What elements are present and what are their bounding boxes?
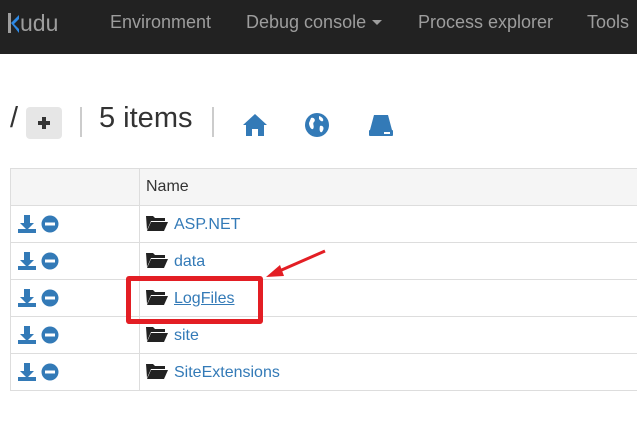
delete-icon[interactable] bbox=[41, 289, 59, 307]
table-row: data bbox=[10, 242, 637, 280]
folder-open-icon bbox=[146, 363, 168, 379]
caret-down-icon bbox=[372, 20, 383, 25]
kudu-logo[interactable]: udu bbox=[8, 8, 58, 38]
actions-column-header bbox=[10, 168, 140, 206]
download-icon[interactable] bbox=[17, 251, 37, 271]
nav-debug-console[interactable]: Debug console bbox=[246, 0, 383, 54]
row-actions bbox=[10, 242, 140, 280]
row-name: data bbox=[139, 242, 637, 280]
nav-environment[interactable]: Environment bbox=[110, 0, 211, 54]
name-column-header[interactable]: Name bbox=[139, 168, 637, 206]
folder-link-site[interactable]: site bbox=[174, 327, 199, 344]
kudu-k-icon bbox=[8, 13, 20, 33]
navbar: udu Environment Debug console Process ex… bbox=[0, 0, 637, 54]
nav-debug-console-label: Debug console bbox=[246, 12, 367, 32]
nav-tools-label: Tools bbox=[587, 12, 630, 32]
file-table: Name ASP.NET data LogFiles site SiteExte… bbox=[10, 168, 637, 391]
folder-link-aspnet[interactable]: ASP.NET bbox=[174, 216, 240, 233]
drive-icon[interactable] bbox=[368, 112, 394, 138]
nav-tools[interactable]: Tools bbox=[587, 0, 629, 54]
download-icon[interactable] bbox=[17, 325, 37, 345]
folder-link-siteextensions[interactable]: SiteExtensions bbox=[174, 364, 280, 381]
table-row: SiteExtensions bbox=[10, 353, 637, 391]
nav-process-explorer-label: Process explorer bbox=[418, 12, 554, 32]
highlight-box bbox=[126, 276, 263, 324]
delete-icon[interactable] bbox=[41, 252, 59, 270]
download-icon[interactable] bbox=[17, 288, 37, 308]
globe-icon[interactable] bbox=[304, 112, 330, 138]
nav-process-explorer[interactable]: Process explorer bbox=[418, 0, 553, 54]
folder-open-icon bbox=[146, 252, 168, 268]
delete-icon[interactable] bbox=[41, 363, 59, 381]
row-actions bbox=[10, 353, 140, 391]
folder-link-data[interactable]: data bbox=[174, 253, 205, 270]
folder-open-icon bbox=[146, 215, 168, 231]
divider bbox=[80, 107, 82, 137]
table-row: ASP.NET bbox=[10, 205, 637, 243]
item-count: 5 items bbox=[99, 102, 193, 134]
brand-text: udu bbox=[20, 10, 59, 36]
add-button[interactable] bbox=[26, 107, 62, 139]
table-row: site bbox=[10, 316, 637, 354]
home-icon[interactable] bbox=[242, 112, 268, 138]
path-breadcrumb[interactable]: / bbox=[10, 102, 18, 135]
divider bbox=[212, 107, 214, 137]
delete-icon[interactable] bbox=[41, 326, 59, 344]
row-actions bbox=[10, 316, 140, 354]
toolbar: / 5 items bbox=[0, 100, 637, 144]
row-actions bbox=[10, 205, 140, 243]
delete-icon[interactable] bbox=[41, 215, 59, 233]
download-icon[interactable] bbox=[17, 362, 37, 382]
table-row: LogFiles bbox=[10, 279, 637, 317]
folder-open-icon bbox=[146, 326, 168, 342]
row-actions bbox=[10, 279, 140, 317]
nav-environment-label: Environment bbox=[110, 12, 212, 32]
download-icon[interactable] bbox=[17, 214, 37, 234]
table-header-row: Name bbox=[10, 168, 637, 206]
row-name: SiteExtensions bbox=[139, 353, 637, 391]
row-name: ASP.NET bbox=[139, 205, 637, 243]
